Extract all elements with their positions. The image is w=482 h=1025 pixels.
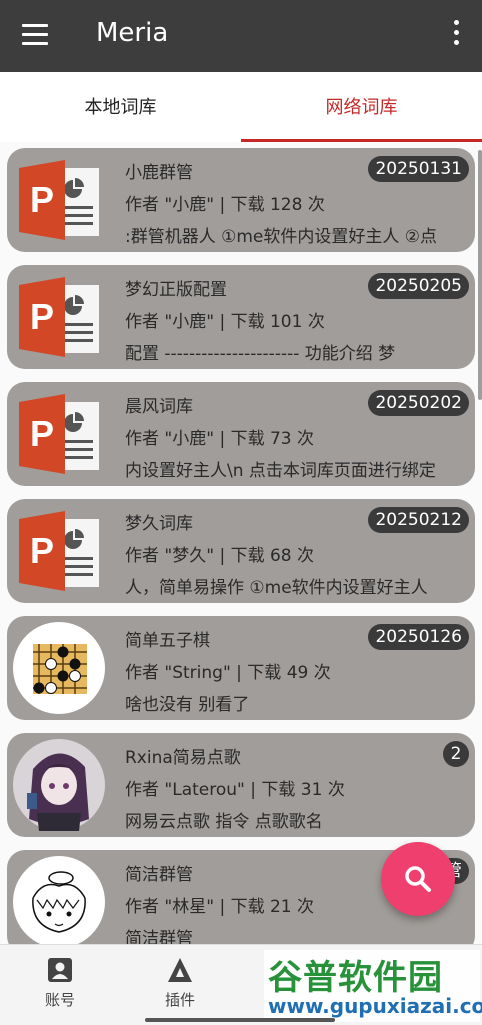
search-button[interactable] — [381, 842, 455, 916]
item-author-downloads: 作者 "林星" | 下载 21 次 — [125, 897, 315, 917]
app-bar: Meria — [0, 0, 482, 72]
svg-text:P: P — [30, 296, 54, 337]
item-name: 小鹿群管 — [125, 163, 193, 183]
item-name: 简洁群管 — [125, 865, 193, 885]
scrollbar[interactable] — [478, 150, 482, 400]
item-name: Rxina简易点歌 — [125, 748, 241, 768]
nav-item-account[interactable]: 账号 — [0, 945, 120, 1025]
version-badge: 20250131 — [368, 156, 469, 182]
list-item[interactable]: Rxina简易点歌 作者 "Laterou" | 下载 31 次 网易云点歌 指… — [7, 733, 475, 837]
list-item[interactable]: P 梦幻正版配置 作者 "小鹿" | 下载 101 次 配置 ---------… — [7, 265, 475, 369]
list-item[interactable]: P 晨风词库 作者 "小鹿" | 下载 73 次 内设置好主人\n 点击本词库页… — [7, 382, 475, 486]
item-description: 人，简单易操作 ①me软件内设置好主人 — [125, 578, 428, 598]
item-author-downloads: 作者 "String" | 下载 49 次 — [125, 663, 331, 683]
powerpoint-icon: P — [19, 394, 99, 474]
nav-item-plugins-label: 插件 — [164, 991, 195, 1009]
item-name: 简单五子棋 — [125, 631, 210, 651]
search-icon — [405, 866, 431, 892]
version-badge: 20250202 — [368, 390, 469, 416]
item-name: 梦幻正版配置 — [125, 280, 227, 300]
tab-online-library-label: 网络词库 — [325, 97, 398, 118]
menu-icon[interactable] — [22, 20, 52, 50]
powerpoint-icon: P — [19, 277, 99, 357]
nav-item-account-label: 账号 — [44, 991, 75, 1009]
list-item[interactable]: P 梦久词库 作者 "梦久" | 下载 68 次 人，简单易操作 ①me软件内设… — [7, 499, 475, 603]
watermark-url: www.gupuxiazai.com — [268, 994, 482, 1018]
gomoku-board-icon — [13, 622, 105, 714]
library-list[interactable]: P 小鹿群管 作者 "小鹿" | 下载 128 次 :群管机器人 ①me软件内设… — [0, 142, 482, 944]
list-item[interactable]: 简单五子棋 作者 "String" | 下载 49 次 啥也没有 别看了 202… — [7, 616, 475, 720]
svg-text:P: P — [30, 413, 54, 454]
item-author-downloads: 作者 "梦久" | 下载 68 次 — [125, 546, 315, 566]
svg-text:P: P — [30, 530, 54, 571]
item-author-downloads: 作者 "小鹿" | 下载 101 次 — [125, 312, 325, 332]
watermark-title: 谷普软件园 — [268, 958, 443, 998]
svg-text:P: P — [30, 179, 54, 220]
tab-local-library[interactable]: 本地词库 — [0, 72, 241, 142]
tab-bar: 本地词库 网络词库 — [0, 72, 482, 142]
account-icon — [48, 958, 72, 982]
item-author-downloads: 作者 "小鹿" | 下载 128 次 — [125, 195, 325, 215]
version-badge: 20250212 — [368, 507, 469, 533]
plugin-icon — [168, 958, 192, 982]
version-badge: 2 — [443, 741, 469, 767]
item-author-downloads: 作者 "Laterou" | 下载 31 次 — [125, 780, 345, 800]
item-description: 网易云点歌 指令 点歌歌名 — [125, 812, 323, 832]
app-title: Meria — [96, 18, 169, 48]
anime-avatar-icon — [13, 739, 105, 831]
item-description: 简洁群管 — [125, 929, 193, 944]
powerpoint-icon: P — [19, 160, 99, 240]
nav-item-plugins[interactable]: 插件 — [120, 945, 240, 1025]
watermark: 谷普软件园 www.gupuxiazai.com — [264, 950, 482, 1022]
item-name: 晨风词库 — [125, 397, 193, 417]
list-item[interactable]: P 小鹿群管 作者 "小鹿" | 下载 128 次 :群管机器人 ①me软件内设… — [7, 148, 475, 252]
cartoon-face-icon — [13, 856, 105, 944]
tab-online-library[interactable]: 网络词库 — [241, 72, 482, 142]
item-description: 啥也没有 别看了 — [125, 695, 250, 715]
item-name: 梦久词库 — [125, 514, 193, 534]
item-author-downloads: 作者 "小鹿" | 下载 73 次 — [125, 429, 315, 449]
item-description: 内设置好主人\n 点击本词库页面进行绑定 — [125, 461, 436, 481]
version-badge: 20250126 — [368, 624, 469, 650]
version-badge: 20250205 — [368, 273, 469, 299]
more-options-icon[interactable] — [452, 20, 462, 48]
item-description: 配置 ---------------------- 功能介绍 梦 — [125, 344, 396, 364]
powerpoint-icon: P — [19, 511, 99, 591]
item-description: :群管机器人 ①me软件内设置好主人 ②点 — [125, 227, 438, 247]
home-indicator — [145, 1018, 335, 1022]
